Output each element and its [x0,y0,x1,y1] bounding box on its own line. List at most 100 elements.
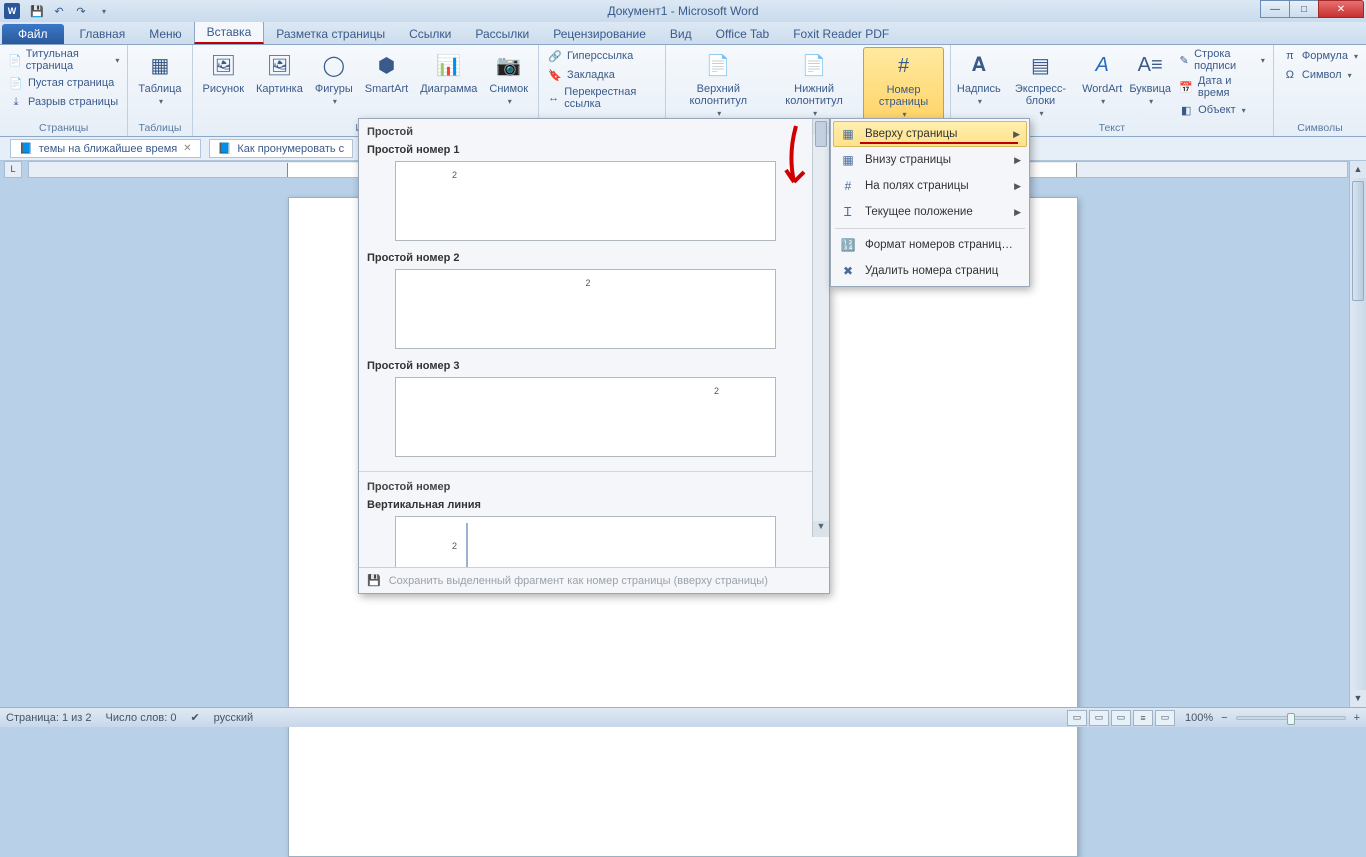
textbox-icon: 𝐀 [963,49,995,81]
doc-tab-2[interactable]: 📘Как пронумеровать с [209,139,354,158]
dropcap-icon: A≡ [1134,49,1166,81]
zoom-slider[interactable] [1236,716,1346,720]
tab-references[interactable]: Ссылки [397,24,463,44]
qat-customize-icon[interactable] [94,2,112,20]
picture-icon: 🖼 [207,49,239,81]
gallery-item-simple1[interactable]: 2 [395,161,776,241]
smartart-button[interactable]: ⬢SmartArt [361,47,412,97]
header-button[interactable]: 📄Верхний колонтитул [672,47,765,121]
dropcap-button[interactable]: A≡Буквица [1128,47,1172,109]
scroll-down-icon[interactable]: ▼ [813,521,829,537]
quick-access-toolbar: 💾 ↶ ↷ [28,2,112,20]
tab-foxit[interactable]: Foxit Reader PDF [781,24,901,44]
gallery-section-header: Простой [365,123,806,141]
status-language[interactable]: русский [214,712,253,724]
menu-page-margins[interactable]: # На полях страницы ▶ [833,173,1027,199]
tab-menu[interactable]: Меню [137,24,193,44]
view-fullscreen[interactable]: ▭ [1089,710,1109,726]
status-page[interactable]: Страница: 1 из 2 [6,712,92,724]
view-print-layout[interactable]: ▭ [1067,710,1087,726]
screenshot-button[interactable]: 📷Снимок [485,47,532,109]
wordart-button[interactable]: AWordArt [1080,47,1124,109]
quickparts-button[interactable]: ▤Экспресс-блоки [1005,47,1076,121]
wordart-icon: A [1086,49,1118,81]
status-spellcheck-icon[interactable]: ✔ [190,711,199,724]
title-bar: W 💾 ↶ ↷ Документ1 - Microsoft Word — □ ✕ [0,0,1366,22]
zoom-out-button[interactable]: − [1221,712,1227,724]
scroll-down-icon[interactable]: ▼ [1350,690,1366,707]
blank-page-button[interactable]: 📄Пустая страница [6,74,121,92]
scroll-thumb[interactable] [815,121,827,147]
tab-officetab[interactable]: Office Tab [704,24,782,44]
view-outline[interactable]: ≡ [1133,710,1153,726]
tab-mailings[interactable]: Рассылки [463,24,541,44]
scroll-up-icon[interactable]: ▲ [1350,161,1366,178]
date-icon: 📅 [1178,79,1194,95]
group-label: Страницы [6,122,121,136]
footer-button[interactable]: 📄Нижний колонтитул [769,47,859,121]
tab-insert[interactable]: Вставка [194,21,265,44]
page-margin-icon: # [839,177,857,195]
quickparts-icon: ▤ [1025,49,1057,81]
group-label: Символы [1280,122,1360,136]
doc-tab-1[interactable]: 📘темы на ближайшее время✕ [10,139,201,158]
menu-format-page-numbers[interactable]: 🔢 Формат номеров страниц… [833,232,1027,258]
menu-top-of-page[interactable]: ▦ Вверху страницы ▶ [833,121,1027,147]
equation-button[interactable]: πФормула [1280,47,1360,65]
format-icon: 🔢 [839,236,857,254]
vertical-scrollbar[interactable]: ▲ ▼ [1349,161,1366,707]
remove-icon: ✖ [839,262,857,280]
gallery-item-vertical[interactable]: 2 [395,516,776,567]
page-bottom-icon: ▦ [839,151,857,169]
page-number-button[interactable]: #Номер страницы [863,47,944,123]
file-tab[interactable]: Файл [2,24,64,44]
status-wordcount[interactable]: Число слов: 0 [106,712,177,724]
pagenum-icon: # [888,50,920,82]
chart-button[interactable]: 📊Диаграмма [416,47,481,97]
gallery-item-simple3[interactable]: 2 [395,377,776,457]
shapes-button[interactable]: ◯Фигуры [311,47,357,109]
view-draft[interactable]: ▭ [1155,710,1175,726]
menu-bottom-of-page[interactable]: ▦ Внизу страницы ▶ [833,147,1027,173]
datetime-button[interactable]: 📅Дата и время [1176,74,1267,100]
maximize-button[interactable]: □ [1289,0,1319,18]
undo-icon[interactable]: ↶ [50,2,68,20]
page-icon: 📄 [8,52,22,68]
gallery-section-header: Простой номер [365,478,806,496]
tab-pagelayout[interactable]: Разметка страницы [264,24,397,44]
picture-button[interactable]: 🖼Рисунок [199,47,249,97]
close-button[interactable]: ✕ [1318,0,1364,18]
save-icon[interactable]: 💾 [28,2,46,20]
footer-icon: 📄 [798,49,830,81]
tab-home[interactable]: Главная [68,24,138,44]
signature-button[interactable]: ✎Строка подписи [1176,47,1267,73]
object-button[interactable]: ◧Объект [1176,101,1267,119]
view-web[interactable]: ▭ [1111,710,1131,726]
minimize-button[interactable]: — [1260,0,1290,18]
zoom-in-button[interactable]: + [1354,712,1360,724]
page-break-button[interactable]: ⤓Разрыв страницы [6,93,121,111]
header-icon: 📄 [702,49,734,81]
menu-remove-page-numbers[interactable]: ✖ Удалить номера страниц [833,258,1027,284]
scroll-thumb[interactable] [1352,181,1364,301]
zoom-level[interactable]: 100% [1185,712,1213,724]
table-button[interactable]: ▦Таблица [134,47,185,109]
tab-review[interactable]: Рецензирование [541,24,658,44]
bookmark-icon: 🔖 [547,67,563,83]
clipart-button[interactable]: 🖼Картинка [252,47,307,97]
chevron-right-icon: ▶ [1013,129,1020,140]
gallery-item-simple2[interactable]: 2 [395,269,776,349]
tab-selector[interactable]: L [4,161,22,178]
bookmark-button[interactable]: 🔖Закладка [545,66,659,84]
tab-view[interactable]: Вид [658,24,704,44]
hyperlink-button[interactable]: 🔗Гиперссылка [545,47,659,65]
zoom-thumb[interactable] [1287,713,1295,725]
symbol-button[interactable]: ΩСимвол [1280,66,1360,84]
redo-icon[interactable]: ↷ [72,2,90,20]
textbox-button[interactable]: 𝐀Надпись [957,47,1001,109]
gallery-scrollbar[interactable]: ▲ ▼ [812,119,829,537]
cover-page-button[interactable]: 📄Титульная страница [6,47,121,73]
crossref-button[interactable]: ↔Перекрестная ссылка [545,85,659,111]
menu-current-position[interactable]: Ꮖ Текущее положение ▶ [833,199,1027,225]
close-icon[interactable]: ✕ [183,143,191,154]
